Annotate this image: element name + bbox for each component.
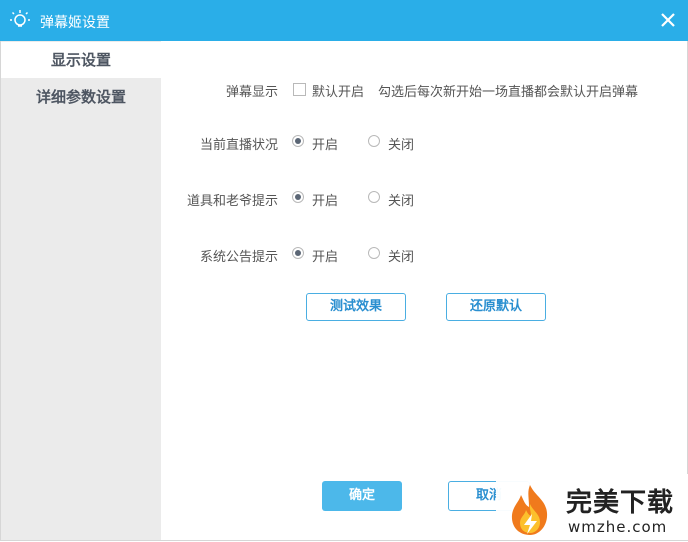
live-status-label: 当前直播状况 <box>199 138 278 153</box>
props-tips-on-label[interactable]: 开启 <box>312 190 338 209</box>
window-title: 弹幕姬设置 <box>40 15 110 31</box>
live-status-on-radio[interactable] <box>292 135 304 147</box>
system-notice-off-radio[interactable] <box>368 247 380 259</box>
watermark-url: wmzhe.com <box>568 518 668 536</box>
danmaku-display-label: 弹幕显示 <box>225 85 278 100</box>
props-tips-label: 道具和老爷提示 <box>186 194 278 209</box>
lightbulb-icon <box>10 10 30 27</box>
default-on-checkbox[interactable] <box>293 83 306 96</box>
watermark-title: 完美下载 <box>566 488 675 518</box>
restore-default-button[interactable]: 还原默认 <box>446 293 546 321</box>
props-tips-off-radio[interactable] <box>368 191 380 203</box>
sidebar-item-label: 显示设置 <box>50 51 111 69</box>
title-bar: 弹幕姬设置 <box>0 0 688 41</box>
system-notice-label: 系统公告提示 <box>199 250 278 265</box>
confirm-button[interactable]: 确定 <box>322 481 402 511</box>
live-status-off-radio[interactable] <box>368 135 380 147</box>
sidebar-item-detail-settings[interactable]: 详细参数设置 <box>1 79 161 115</box>
flame-logo-icon <box>511 485 548 535</box>
system-notice-on-radio[interactable] <box>292 247 304 259</box>
system-notice-on-label[interactable]: 开启 <box>312 246 338 265</box>
sidebar: 显示设置 详细参数设置 <box>1 41 161 540</box>
system-notice-off-label[interactable]: 关闭 <box>388 246 414 265</box>
live-status-on-label[interactable]: 开启 <box>312 134 338 153</box>
sidebar-item-label: 详细参数设置 <box>35 88 126 106</box>
props-tips-off-label[interactable]: 关闭 <box>388 190 414 209</box>
watermark: 完美下载 wmzhe.com <box>496 474 688 540</box>
test-effect-button[interactable]: 测试效果 <box>306 293 406 321</box>
sidebar-item-display-settings[interactable]: 显示设置 <box>1 42 161 78</box>
default-on-label[interactable]: 默认开启 <box>312 81 364 100</box>
props-tips-on-radio[interactable] <box>292 191 304 203</box>
close-icon[interactable] <box>654 6 682 34</box>
live-status-off-label[interactable]: 关闭 <box>388 134 414 153</box>
danmaku-hint-text: 勾选后每次新开始一场直播都会默认开启弹幕 <box>378 85 639 100</box>
